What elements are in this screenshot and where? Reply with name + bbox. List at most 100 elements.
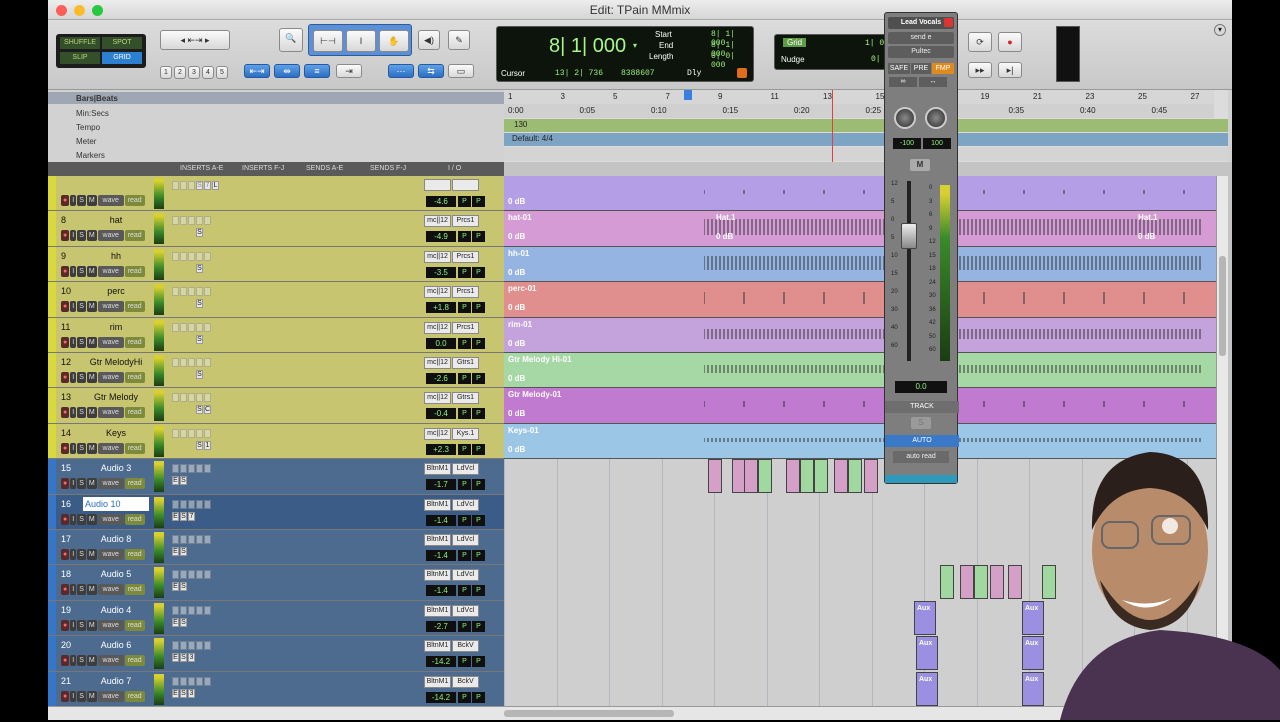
track-name-label[interactable]: Audio 3 [83, 461, 149, 475]
insert-slot-empty[interactable] [196, 605, 203, 615]
mute-button[interactable]: M [86, 372, 97, 383]
ruler-tempo-label[interactable]: Tempo [76, 123, 100, 132]
solo-button[interactable]: S [77, 549, 86, 560]
insert-slot-empty[interactable] [188, 287, 195, 297]
automation-mode-selector[interactable]: read [124, 265, 145, 277]
mute-button[interactable]: M [86, 584, 97, 596]
mute-button[interactable]: M [86, 265, 97, 277]
insert-slot-empty[interactable] [172, 570, 179, 580]
track-name[interactable]: 14 Keys [61, 426, 151, 440]
insert-slot-empty[interactable] [204, 216, 211, 226]
insert-slot[interactable]: C [204, 405, 211, 415]
track-view-selector[interactable]: wave [97, 230, 124, 242]
track-color-strip[interactable] [48, 494, 56, 529]
fmp-button[interactable]: FMP [932, 63, 954, 74]
loop-playback-button[interactable]: ⟳ [968, 32, 992, 52]
volume-readout[interactable]: -1.4 [426, 585, 456, 597]
output-selector[interactable]: LdVcl [452, 604, 479, 617]
clip-gain[interactable]: 0 dB [508, 197, 525, 206]
insert-slot-empty[interactable] [188, 251, 195, 261]
record-enable-button[interactable]: ● [61, 301, 70, 313]
insert-slot[interactable]: S [180, 582, 187, 592]
solo-button[interactable]: S [77, 265, 86, 277]
track-color-strip[interactable] [48, 317, 56, 352]
insert-slot-empty[interactable] [188, 570, 195, 580]
automation-mode-selector[interactable]: auto read [893, 451, 949, 463]
grid-mode-button[interactable]: GRID [102, 52, 142, 64]
vocal-clip[interactable] [744, 459, 758, 494]
insert-slot-empty[interactable] [188, 216, 195, 226]
track-name-label[interactable]: Audio 6 [83, 638, 149, 652]
track-name-label[interactable]: Audio 10 [83, 496, 149, 511]
tempo-value[interactable]: 130 [514, 120, 527, 129]
input-selector[interactable]: mc||12 [424, 286, 451, 299]
insert-slot-empty[interactable] [180, 676, 187, 686]
solo-button[interactable]: S [77, 230, 86, 242]
record-enable-button[interactable]: ● [61, 584, 70, 596]
insert-slot-empty[interactable] [172, 605, 179, 615]
output-selector[interactable]: Prcs1 [452, 321, 479, 334]
track-color-strip[interactable] [48, 530, 56, 565]
fast-forward-button[interactable]: ▸▸ [968, 62, 992, 78]
insert-slot[interactable]: S [196, 263, 203, 273]
input-selector[interactable]: mc||12 [424, 427, 451, 440]
record-enable-button[interactable]: ● [61, 265, 70, 277]
solo-button[interactable]: S [77, 442, 86, 454]
mute-button[interactable]: M [86, 301, 97, 313]
insert-slot-empty[interactable] [188, 464, 195, 474]
grabber-tool-icon[interactable]: ✋ [379, 30, 409, 52]
record-enable-button[interactable]: ● [61, 230, 70, 242]
meter-value[interactable]: Default: 4/4 [512, 134, 553, 143]
insert-slot[interactable]: E [172, 617, 179, 627]
zoom-tool-icon[interactable]: 🔍 [279, 28, 303, 52]
track-name[interactable]: 8 hat [61, 213, 151, 227]
pan-readout-left[interactable]: P [458, 443, 471, 455]
output-selector[interactable]: Gtrs1 [452, 392, 479, 405]
pan-readout-left[interactable]: P [458, 550, 471, 561]
column-inserts-f-j[interactable]: INSERTS F-J [242, 165, 284, 172]
pan-readout-left[interactable]: P [458, 337, 471, 349]
insert-slot-empty[interactable] [172, 251, 179, 261]
record-enable-button[interactable]: ● [61, 372, 70, 383]
dly-label[interactable]: Dly [687, 69, 701, 78]
insert-slot[interactable]: S [196, 370, 203, 379]
insert-slot-empty[interactable] [204, 322, 211, 332]
vocal-clip[interactable] [848, 459, 862, 494]
track-view-selector[interactable]: wave [97, 584, 124, 596]
clip-gain[interactable]: 0 dB [508, 268, 525, 277]
automation-mode-selector[interactable]: read [124, 584, 145, 596]
input-selector[interactable]: BltnM1 [424, 463, 451, 476]
link-timeline-button[interactable]: ⇹ [274, 64, 300, 78]
insert-slot-empty[interactable] [204, 499, 211, 509]
track-row[interactable]: 8 hat ● I S Mwave read Smc||12 Prcs1 -4.9 P P [48, 211, 504, 247]
vocal-clip[interactable] [940, 565, 954, 600]
output-selector[interactable]: BckV [452, 640, 479, 653]
insert-slot-empty[interactable] [172, 393, 179, 403]
insert-slot-empty[interactable] [180, 216, 187, 226]
vocal-clip[interactable] [834, 459, 848, 494]
vocal-clip[interactable] [990, 565, 1004, 600]
volume-readout[interactable]: -1.7 [426, 479, 456, 491]
insert-slot[interactable]: E [172, 476, 179, 486]
solo-button[interactable]: S [77, 336, 86, 348]
horizontal-scroll-thumb[interactable] [504, 710, 674, 717]
clip-gain[interactable]: 0 dB [508, 374, 525, 383]
output-selector[interactable]: LdVcl [452, 498, 479, 511]
insert-slot-empty[interactable] [188, 358, 195, 367]
insert-slot-empty[interactable] [180, 535, 187, 544]
insert-slot-empty[interactable] [204, 287, 211, 297]
clip-gain[interactable]: 0 dB [508, 303, 525, 312]
track-color-strip[interactable] [48, 246, 56, 282]
track-color-strip[interactable] [48, 671, 56, 706]
automation-mode-selector[interactable]: read [124, 549, 145, 560]
pan-readout-right[interactable]: P [472, 443, 485, 455]
track-name[interactable]: 21 Audio 7 [61, 674, 151, 688]
insert-slot-empty[interactable] [172, 464, 179, 474]
vocal-clip[interactable] [786, 459, 800, 494]
track-name-label[interactable]: hh [83, 249, 149, 263]
solo-button[interactable]: S [77, 690, 86, 702]
record-enable-button[interactable]: ● [61, 442, 70, 454]
scrubber-tool-icon[interactable]: ◀) [418, 30, 440, 50]
volume-readout[interactable]: 0.0 [426, 337, 456, 349]
insert-slot-empty[interactable] [188, 605, 195, 615]
